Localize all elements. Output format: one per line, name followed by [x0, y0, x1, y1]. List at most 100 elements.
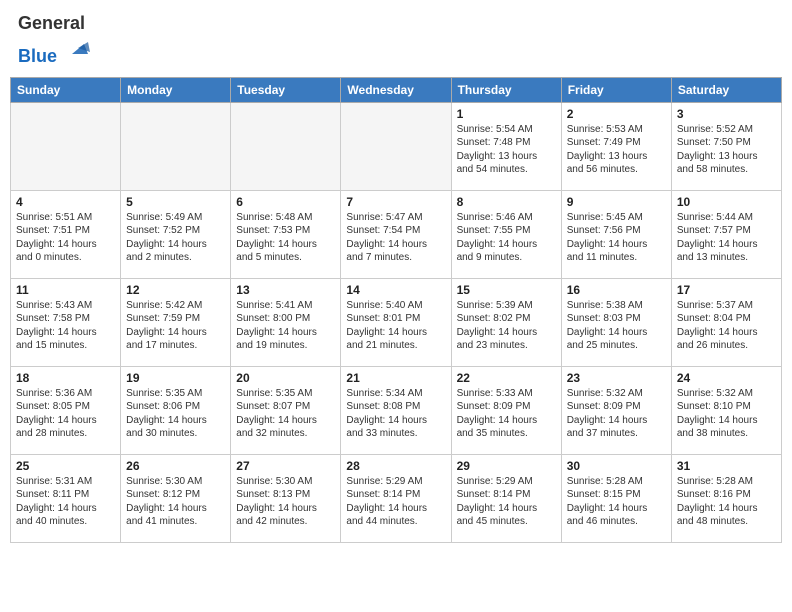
weekday-wednesday: Wednesday: [341, 77, 451, 102]
weekday-thursday: Thursday: [451, 77, 561, 102]
day-info: Sunrise: 5:38 AM Sunset: 8:03 PM Dayligh…: [567, 299, 666, 353]
calendar-cell: 5Sunrise: 5:49 AM Sunset: 7:52 PM Daylig…: [121, 190, 231, 278]
day-info: Sunrise: 5:28 AM Sunset: 8:16 PM Dayligh…: [677, 475, 776, 529]
calendar-cell: 29 Sunrise: 5:29 AM Sunset: 8:14 PM Dayli…: [451, 454, 561, 542]
day-info: Sunrise: 5:29 AM Sunset: 8:14 PM Dayligh…: [346, 475, 445, 529]
day-info: Sunrise: 5:46 AM Sunset: 7:55 PM Dayligh…: [457, 211, 556, 265]
day-info: Sunrise: 5:54 AM Sunset: 7:48 PM Dayligh…: [457, 123, 556, 177]
day-info: Sunrise: 5:30 AM Sunset: 8:13 PM Dayligh…: [236, 475, 335, 529]
week-row-4: 18 Sunrise: 5:36 AM Sunset: 8:05 PM Dayli…: [11, 366, 782, 454]
day-number: 28: [346, 459, 445, 473]
day-info: Sunrise: 5:40 AM Sunset: 8:01 PM Dayligh…: [346, 299, 445, 353]
calendar-cell: 25 Sunrise: 5:31 AM Sunset: 8:11 PM Dayli…: [11, 454, 121, 542]
calendar-cell: 30 Sunrise: 5:28 AM Sunset: 8:15 PM Dayli…: [561, 454, 671, 542]
day-info: Sunrise: 5:47 AM Sunset: 7:54 PM Dayligh…: [346, 211, 445, 265]
day-info: Sunrise: 5:29 AM Sunset: 8:14 PM Dayligh…: [457, 475, 556, 529]
day-info: Sunrise: 5:52 AM Sunset: 7:50 PM Dayligh…: [677, 123, 776, 177]
day-info: Sunrise: 5:51 AM Sunset: 7:51 PM Dayligh…: [16, 211, 115, 265]
day-number: 29: [457, 459, 556, 473]
day-number: 16: [567, 283, 666, 297]
calendar-cell: 27Sunrise: 5:30 AM Sunset: 8:13 PM Dayli…: [231, 454, 341, 542]
page-header: General Blue: [10, 10, 782, 71]
logo-icon: [64, 34, 92, 62]
week-row-1: 1 Sunrise: 5:54 AM Sunset: 7:48 PM Daylig…: [11, 102, 782, 190]
day-info: Sunrise: 5:28 AM Sunset: 8:15 PM Dayligh…: [567, 475, 666, 529]
calendar-cell: 13 Sunrise: 5:41 AM Sunset: 8:00 PM Dayli…: [231, 278, 341, 366]
day-number: 23: [567, 371, 666, 385]
day-number: 3: [677, 107, 776, 121]
calendar-cell: 23Sunrise: 5:32 AM Sunset: 8:09 PM Dayli…: [561, 366, 671, 454]
calendar-cell: 12 Sunrise: 5:42 AM Sunset: 7:59 PM Dayli…: [121, 278, 231, 366]
calendar-cell: 26 Sunrise: 5:30 AM Sunset: 8:12 PM Dayli…: [121, 454, 231, 542]
day-number: 13: [236, 283, 335, 297]
day-info: Sunrise: 5:44 AM Sunset: 7:57 PM Dayligh…: [677, 211, 776, 265]
calendar-cell: 28 Sunrise: 5:29 AM Sunset: 8:14 PM Dayli…: [341, 454, 451, 542]
logo-general: General: [18, 13, 85, 33]
week-row-2: 4 Sunrise: 5:51 AM Sunset: 7:51 PM Daylig…: [11, 190, 782, 278]
weekday-header-row: SundayMondayTuesdayWednesdayThursdayFrid…: [11, 77, 782, 102]
weekday-tuesday: Tuesday: [231, 77, 341, 102]
week-row-5: 25 Sunrise: 5:31 AM Sunset: 8:11 PM Dayli…: [11, 454, 782, 542]
day-number: 20: [236, 371, 335, 385]
day-number: 24: [677, 371, 776, 385]
day-number: 25: [16, 459, 115, 473]
day-info: Sunrise: 5:32 AM Sunset: 8:10 PM Dayligh…: [677, 387, 776, 441]
day-number: 1: [457, 107, 556, 121]
day-info: Sunrise: 5:42 AM Sunset: 7:59 PM Dayligh…: [126, 299, 225, 353]
day-number: 26: [126, 459, 225, 473]
day-number: 11: [16, 283, 115, 297]
calendar-cell: 8 Sunrise: 5:46 AM Sunset: 7:55 PM Daylig…: [451, 190, 561, 278]
day-number: 17: [677, 283, 776, 297]
day-number: 7: [346, 195, 445, 209]
day-number: 4: [16, 195, 115, 209]
calendar-cell: 4 Sunrise: 5:51 AM Sunset: 7:51 PM Daylig…: [11, 190, 121, 278]
calendar-cell: 14 Sunrise: 5:40 AM Sunset: 8:01 PM Dayli…: [341, 278, 451, 366]
day-info: Sunrise: 5:39 AM Sunset: 8:02 PM Dayligh…: [457, 299, 556, 353]
day-number: 18: [16, 371, 115, 385]
day-number: 30: [567, 459, 666, 473]
day-info: Sunrise: 5:35 AM Sunset: 8:07 PM Dayligh…: [236, 387, 335, 441]
weekday-friday: Friday: [561, 77, 671, 102]
calendar-cell: 21 Sunrise: 5:34 AM Sunset: 8:08 PM Dayli…: [341, 366, 451, 454]
calendar-cell: 9Sunrise: 5:45 AM Sunset: 7:56 PM Daylig…: [561, 190, 671, 278]
day-info: Sunrise: 5:36 AM Sunset: 8:05 PM Dayligh…: [16, 387, 115, 441]
day-info: Sunrise: 5:37 AM Sunset: 8:04 PM Dayligh…: [677, 299, 776, 353]
day-number: 12: [126, 283, 225, 297]
calendar-cell: 15 Sunrise: 5:39 AM Sunset: 8:02 PM Dayli…: [451, 278, 561, 366]
calendar-cell: 24 Sunrise: 5:32 AM Sunset: 8:10 PM Dayli…: [671, 366, 781, 454]
calendar-cell: 10 Sunrise: 5:44 AM Sunset: 7:57 PM Dayli…: [671, 190, 781, 278]
day-number: 31: [677, 459, 776, 473]
calendar-cell: 11 Sunrise: 5:43 AM Sunset: 7:58 PM Dayli…: [11, 278, 121, 366]
calendar-cell: [121, 102, 231, 190]
calendar-cell: 16 Sunrise: 5:38 AM Sunset: 8:03 PM Dayli…: [561, 278, 671, 366]
calendar-cell: 19 Sunrise: 5:35 AM Sunset: 8:06 PM Dayli…: [121, 366, 231, 454]
day-number: 14: [346, 283, 445, 297]
day-info: Sunrise: 5:43 AM Sunset: 7:58 PM Dayligh…: [16, 299, 115, 353]
day-info: Sunrise: 5:31 AM Sunset: 8:11 PM Dayligh…: [16, 475, 115, 529]
calendar-cell: [11, 102, 121, 190]
calendar-cell: 6 Sunrise: 5:48 AM Sunset: 7:53 PM Daylig…: [231, 190, 341, 278]
calendar-cell: 7 Sunrise: 5:47 AM Sunset: 7:54 PM Daylig…: [341, 190, 451, 278]
day-number: 15: [457, 283, 556, 297]
day-number: 6: [236, 195, 335, 209]
weekday-monday: Monday: [121, 77, 231, 102]
calendar-cell: 18 Sunrise: 5:36 AM Sunset: 8:05 PM Dayli…: [11, 366, 121, 454]
day-info: Sunrise: 5:41 AM Sunset: 8:00 PM Dayligh…: [236, 299, 335, 353]
calendar-cell: 3 Sunrise: 5:52 AM Sunset: 7:50 PM Daylig…: [671, 102, 781, 190]
day-number: 8: [457, 195, 556, 209]
day-number: 21: [346, 371, 445, 385]
weekday-sunday: Sunday: [11, 77, 121, 102]
day-info: Sunrise: 5:34 AM Sunset: 8:08 PM Dayligh…: [346, 387, 445, 441]
day-number: 2: [567, 107, 666, 121]
day-info: Sunrise: 5:48 AM Sunset: 7:53 PM Dayligh…: [236, 211, 335, 265]
day-info: Sunrise: 5:49 AM Sunset: 7:52 PM Dayligh…: [126, 211, 225, 265]
calendar-cell: 20 Sunrise: 5:35 AM Sunset: 8:07 PM Dayli…: [231, 366, 341, 454]
calendar-cell: 1 Sunrise: 5:54 AM Sunset: 7:48 PM Daylig…: [451, 102, 561, 190]
calendar-cell: 31 Sunrise: 5:28 AM Sunset: 8:16 PM Dayli…: [671, 454, 781, 542]
day-number: 19: [126, 371, 225, 385]
day-info: Sunrise: 5:35 AM Sunset: 8:06 PM Dayligh…: [126, 387, 225, 441]
day-info: Sunrise: 5:30 AM Sunset: 8:12 PM Dayligh…: [126, 475, 225, 529]
calendar-cell: 22Sunrise: 5:33 AM Sunset: 8:09 PM Dayli…: [451, 366, 561, 454]
day-number: 10: [677, 195, 776, 209]
day-number: 9: [567, 195, 666, 209]
